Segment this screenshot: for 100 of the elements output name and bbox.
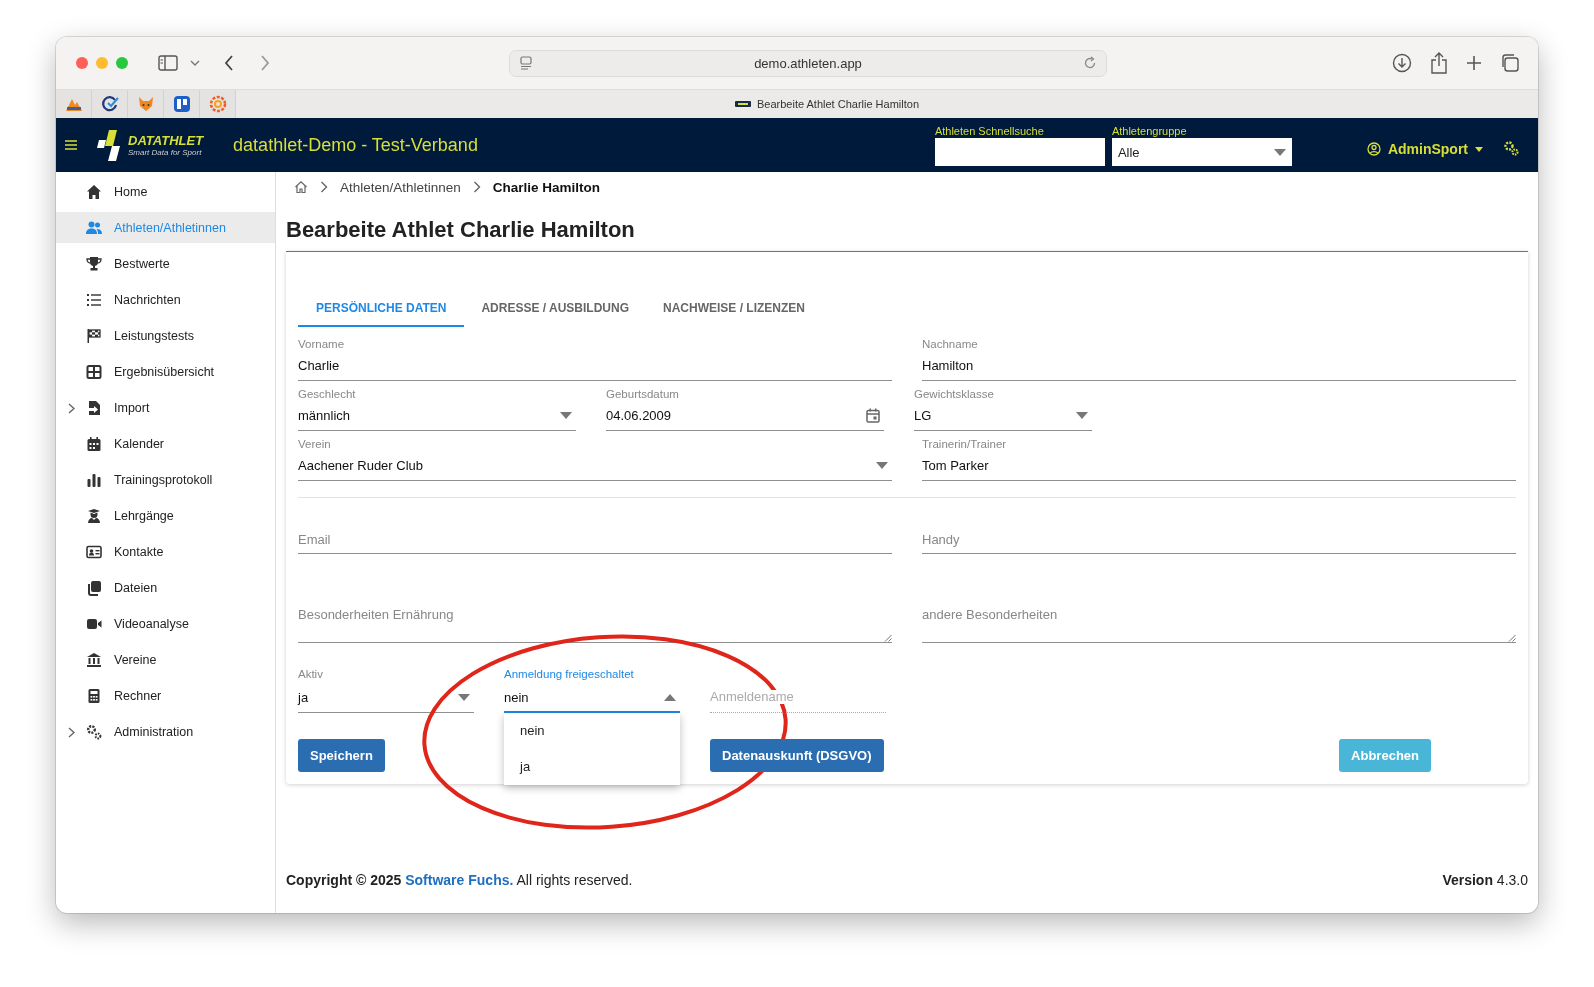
chevron-right-icon[interactable]	[67, 726, 75, 738]
checkered-flag-icon	[86, 328, 102, 344]
favicon-icon	[735, 100, 751, 108]
dropdown-option[interactable]: nein	[504, 713, 680, 749]
calendar-icon[interactable]	[866, 408, 880, 423]
user-menu[interactable]: AdminSport	[1366, 141, 1483, 157]
sidebar-item[interactable]: Kontakte	[56, 534, 275, 570]
resize-handle-icon[interactable]	[884, 634, 892, 642]
page-menu-icon[interactable]	[519, 56, 533, 70]
address-bar[interactable]: demo.athleten.app	[509, 49, 1107, 77]
download-icon[interactable]	[1392, 53, 1412, 73]
trophy-icon	[86, 256, 102, 272]
chevron-right-icon[interactable]	[67, 402, 75, 414]
pinned-tab[interactable]	[92, 90, 128, 118]
text-field[interactable]: Email	[298, 498, 892, 554]
graduate-icon	[86, 508, 102, 524]
pinned-tab[interactable]	[56, 90, 92, 118]
reload-icon[interactable]	[1083, 56, 1097, 70]
animal-face-icon	[136, 95, 155, 113]
sidebar-item[interactable]: Leistungstests	[56, 318, 275, 354]
breadcrumb-link[interactable]: Athleten/Athletinnen	[340, 179, 461, 195]
sidebar-item[interactable]: Trainingsprotokoll	[56, 462, 275, 498]
dropdown-option[interactable]: ja	[504, 749, 680, 785]
video-camera-icon	[86, 616, 102, 632]
sidebar-item[interactable]: Dateien	[56, 570, 275, 606]
caret-icon	[1475, 146, 1483, 152]
sidebar-item[interactable]: Nachrichten	[56, 282, 275, 318]
select-field[interactable]: Geschlecht männlich	[298, 381, 576, 431]
logo-tagline: Smart Data for Sport	[128, 147, 203, 157]
text-field[interactable]: Trainerin/Trainer Tom Parker	[922, 431, 1516, 481]
resize-handle-icon[interactable]	[1508, 634, 1516, 642]
share-icon[interactable]	[1430, 52, 1448, 74]
calendar-icon	[86, 436, 102, 452]
select-field[interactable]: Aktiv ja	[298, 643, 474, 713]
chevron-down-icon[interactable]	[190, 60, 200, 66]
sidebar-item[interactable]: Import	[56, 390, 275, 426]
sidebar-item[interactable]: Administration	[56, 714, 275, 750]
caret-icon	[876, 462, 888, 469]
board-icon	[172, 95, 191, 113]
company-link[interactable]: Software Fuchs.	[405, 872, 514, 888]
field-label: Athleten Schnellsuche	[934, 124, 1045, 138]
sidebar-item[interactable]: Rechner	[56, 678, 275, 714]
pinned-tab[interactable]	[164, 90, 200, 118]
group-select[interactable]: Alle	[1111, 138, 1292, 166]
breadcrumb-current: Charlie Hamilton	[492, 179, 601, 195]
form-button[interactable]: Speichern	[298, 739, 385, 772]
people-icon	[86, 219, 102, 236]
chevron-right-icon	[472, 181, 481, 193]
caret-icon	[1076, 412, 1088, 419]
sidebar-toggle-icon[interactable]	[158, 55, 178, 71]
gears-icon[interactable]	[1503, 140, 1519, 156]
text-field[interactable]: Vorname Charlie	[298, 331, 892, 381]
calculator-icon	[86, 688, 102, 704]
tab[interactable]: PERSÖNLICHE DATEN	[298, 301, 465, 327]
home-icon[interactable]	[294, 180, 308, 194]
caret-icon	[560, 412, 572, 419]
text-field[interactable]: Nachname Hamilton	[922, 331, 1516, 381]
sidebar-item[interactable]: Lehrgänge	[56, 498, 275, 534]
field-label: Athletengruppe	[1111, 124, 1188, 138]
sidebar-item[interactable]: Videoanalyse	[56, 606, 275, 642]
text-area[interactable]: andere Besonderheiten	[922, 554, 1516, 643]
sidebar-item[interactable]: Bestwerte	[56, 246, 275, 282]
id-card-icon	[86, 544, 102, 560]
text-field[interactable]: Handy	[922, 498, 1516, 554]
copy-icon	[86, 580, 102, 596]
back-icon[interactable]	[224, 55, 234, 71]
sidebar-item[interactable]: Home	[56, 174, 275, 210]
copyright-text: Copyright © 2025 Software Fuchs. All rights reserved.	[286, 872, 633, 888]
sidebar-item[interactable]: Kalender	[56, 426, 275, 462]
sidebar-item[interactable]: Vereine	[56, 642, 275, 678]
text-field: Anmeldename	[710, 643, 886, 713]
menu-icon[interactable]	[65, 140, 77, 150]
gears-icon	[86, 724, 102, 740]
file-import-icon	[86, 400, 102, 416]
caret-icon	[1273, 148, 1286, 156]
logo-wordmark: DATATHLET	[128, 133, 204, 148]
form-button[interactable]: Datenauskunft (DSGVO)	[710, 739, 884, 772]
tab-overview-icon[interactable]	[1500, 53, 1520, 73]
close-window-button[interactable]	[76, 57, 88, 69]
quick-search-field[interactable]	[934, 138, 1105, 166]
tab[interactable]: ADRESSE / AUSBILDUNG	[464, 301, 647, 327]
select-field[interactable]: Gewichtsklasse LG	[914, 381, 1092, 431]
bar-chart-icon	[86, 472, 102, 488]
version-text: Version 4.3.0	[1442, 872, 1528, 888]
new-tab-icon[interactable]	[1466, 55, 1482, 71]
url-text: demo.athleten.app	[753, 55, 863, 71]
table-icon	[86, 364, 102, 380]
select-field[interactable]: Verein Aachener Ruder Club	[298, 431, 892, 481]
app-title: datathlet-Demo - Test-Verband	[233, 134, 478, 156]
bank-icon	[86, 652, 102, 668]
caret-icon	[458, 694, 470, 701]
circle-check-icon	[100, 95, 119, 113]
tab[interactable]: NACHWEISE / LIZENZEN	[646, 301, 823, 327]
date-field[interactable]: Geburtsdatum 04.06.2009	[606, 381, 884, 431]
forward-icon[interactable]	[260, 55, 270, 71]
chevron-right-icon	[320, 181, 328, 193]
gear-icon	[208, 95, 227, 113]
text-area[interactable]: Besonderheiten Ernährung	[298, 554, 892, 643]
user-circle-icon	[1366, 142, 1381, 156]
sidebar-item[interactable]: Ergebnisübersicht	[56, 354, 275, 390]
